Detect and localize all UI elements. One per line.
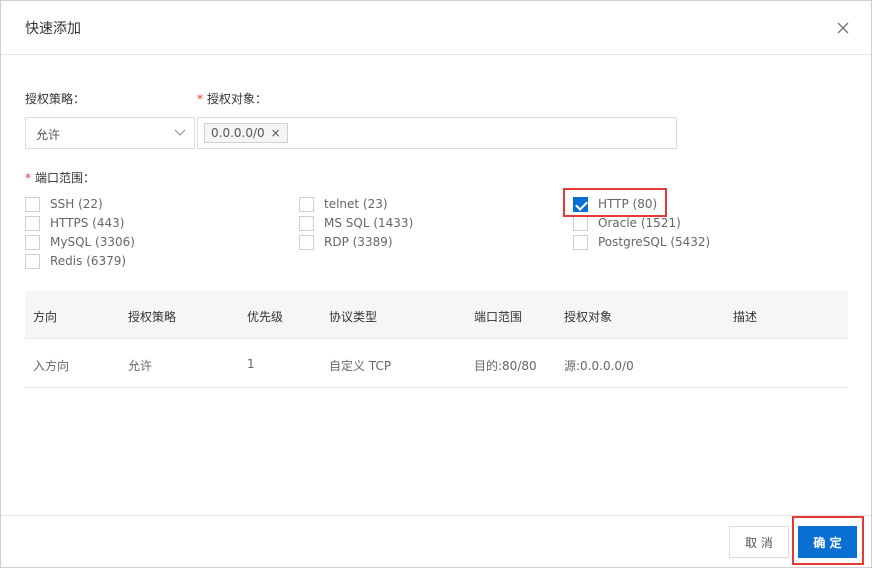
required-marker: *	[25, 171, 31, 185]
column-header-policy: 授权策略	[128, 310, 177, 324]
tag-remove-icon[interactable]: ×	[271, 126, 281, 140]
checkbox-box[interactable]	[573, 234, 588, 250]
port-checkbox-redis[interactable]: Redis (6379)	[25, 253, 126, 269]
cell-direction: 入方向	[33, 359, 70, 373]
checkbox-box[interactable]	[25, 253, 40, 269]
port-checkbox-ssh[interactable]: SSH (22)	[25, 196, 103, 212]
policy-select-value: 允许	[36, 128, 61, 142]
chevron-down-icon	[174, 129, 186, 136]
checkbox-box[interactable]	[25, 215, 40, 231]
checkbox-box[interactable]	[573, 215, 588, 231]
http-highlight-box	[563, 188, 667, 217]
column-header-description: 描述	[733, 310, 758, 324]
table-header: 方向 授权策略 优先级 协议类型 端口范围 授权对象 描述	[25, 291, 848, 339]
cancel-button[interactable]: 取 消	[729, 526, 789, 558]
close-icon[interactable]	[835, 20, 851, 36]
column-header-priority: 优先级	[247, 310, 284, 324]
dialog-title: 快速添加	[25, 21, 81, 37]
target-input[interactable]: 0.0.0.0/0 ×	[197, 117, 677, 149]
policy-label: 授权策略：	[25, 92, 86, 106]
checkbox-box[interactable]	[25, 196, 40, 212]
confirm-highlight-box	[792, 516, 864, 565]
column-header-port-range: 端口范围	[474, 310, 523, 324]
column-header-target: 授权对象	[564, 310, 613, 324]
ports-label: * 端口范围：	[25, 171, 96, 185]
port-checkbox-telnet[interactable]: telnet (23)	[299, 196, 388, 212]
quick-add-dialog: 快速添加 授权策略： 允许 * 授权对象： 0.0.0.0/0 × * 端口范围： …	[0, 0, 872, 568]
cell-protocol: 自定义 TCP	[329, 359, 392, 373]
table-row: 入方向 允许 1 自定义 TCP 目的:80/80 源:0.0.0.0/0	[25, 339, 848, 388]
cell-policy: 允许	[128, 359, 153, 373]
port-checkbox-https[interactable]: HTTPS (443)	[25, 215, 124, 231]
port-checkbox-rdp[interactable]: RDP (3389)	[299, 234, 393, 250]
target-tag: 0.0.0.0/0 ×	[204, 123, 288, 143]
port-checkbox-oracle[interactable]: Oracle (1521)	[573, 215, 681, 231]
port-checkbox-mssql[interactable]: MS SQL (1433)	[299, 215, 413, 231]
checkbox-box[interactable]	[25, 234, 40, 250]
policy-select[interactable]: 允许	[25, 117, 195, 149]
checkbox-box[interactable]	[299, 234, 314, 250]
required-marker: *	[197, 92, 203, 106]
rules-table: 方向 授权策略 优先级 协议类型 端口范围 授权对象 描述 入方向 允许 1 自…	[25, 291, 848, 388]
dialog-header: 快速添加	[1, 1, 871, 55]
column-header-protocol: 协议类型	[329, 310, 378, 324]
cell-priority: 1	[247, 357, 255, 371]
target-tag-text: 0.0.0.0/0	[211, 126, 265, 140]
column-header-direction: 方向	[33, 310, 58, 324]
cell-target: 源:0.0.0.0/0	[564, 359, 634, 373]
checkbox-box[interactable]	[299, 215, 314, 231]
cell-port-range: 目的:80/80	[474, 359, 537, 373]
target-label: * 授权对象：	[197, 92, 268, 106]
checkbox-box[interactable]	[299, 196, 314, 212]
port-checkbox-postgresql[interactable]: PostgreSQL (5432)	[573, 234, 710, 250]
port-checkbox-mysql[interactable]: MySQL (3306)	[25, 234, 135, 250]
